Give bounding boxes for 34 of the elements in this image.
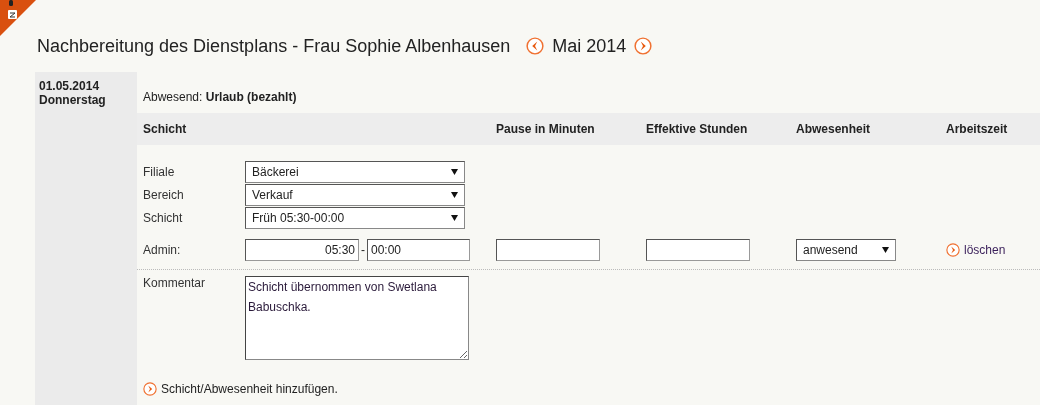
field-label: Schicht (143, 211, 184, 225)
day-weekday: Donnerstag (39, 93, 107, 107)
caret-icon (882, 247, 889, 253)
field-label: Admin: (143, 243, 182, 257)
caret-icon (451, 215, 458, 221)
column-header: Arbeitszeit (940, 113, 1040, 145)
caret-icon (451, 192, 458, 198)
column-header: Abwesenheit (790, 113, 940, 145)
caret-icon (451, 169, 458, 175)
end-time-field[interactable]: 00:00 (367, 239, 470, 261)
corner-logo-drawing[interactable] (0, 0, 36, 36)
time-separator: - (361, 243, 365, 257)
delete-link[interactable]: löschen (946, 243, 1006, 257)
dropdown[interactable]: Früh 05:30-00:00 (245, 207, 465, 229)
absence-dropdown[interactable]: anwesend (796, 239, 896, 261)
absence-text: Abwesend: Urlaub (bezahlt) (142, 89, 298, 106)
dropdown[interactable]: Bäckerei (245, 161, 465, 183)
day-date: 01.05.2014 (39, 79, 101, 93)
column-header: Pause in Minuten (490, 113, 640, 145)
field-label: Bereich (143, 188, 185, 202)
add-shift-link[interactable]: Schicht/Abwesenheit hinzufügen. (143, 382, 1034, 396)
column-header: Schicht (137, 113, 490, 145)
dropdown[interactable]: Verkauf (245, 184, 465, 206)
next-month-icon[interactable] (634, 37, 653, 55)
pause-field[interactable] (496, 239, 600, 261)
field-label: Filiale (143, 165, 176, 179)
comment-field[interactable]: Schicht übernommen von Swetlana Babuschka. (245, 276, 469, 360)
page-title: Nachbereitung des Dienstplans - Frau Sophie Albenhausen (37, 35, 511, 57)
hours-field[interactable] (646, 239, 750, 261)
field-label: Kommentar (143, 276, 207, 292)
month-label: Mai 2014 (552, 35, 627, 57)
previous-month-icon[interactable] (526, 37, 545, 55)
start-time-field[interactable]: 05:30 (245, 239, 359, 261)
column-header: Effektive Stunden (640, 113, 790, 145)
